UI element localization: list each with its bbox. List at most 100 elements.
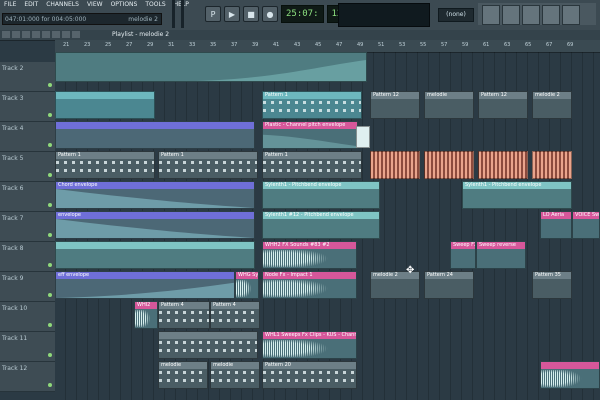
zoom-tool-icon[interactable] [62,31,70,38]
track-mute-led-icon[interactable] [48,263,52,267]
track-mute-led-icon[interactable] [48,203,52,207]
menu-edit[interactable]: EDIT [22,1,40,11]
pattern-clip[interactable]: Pattern 4 [158,301,210,329]
clip-label: melodie [159,362,207,369]
pattern-clip[interactable]: Pattern 4 [210,301,260,329]
pattern-clip[interactable]: Pattern 20 [262,361,357,389]
clip-label: Sweep FX [451,242,476,249]
automation-clip[interactable] [55,52,367,82]
track-mute-led-icon[interactable] [48,143,52,147]
hint-pattern: melodie 2 [128,16,158,23]
record-icon[interactable]: ● [262,6,278,22]
track-mute-led-icon[interactable] [48,293,52,297]
slice-tool-icon[interactable] [42,31,50,38]
pattern-clip[interactable]: melodie [158,361,208,389]
ruler-bar-number: 31 [168,42,175,48]
track-mute-led-icon[interactable] [48,323,52,327]
shortcut-button[interactable] [542,5,560,25]
track-mute-led-icon[interactable] [48,383,52,387]
track-header[interactable]: Track 12 [0,362,55,392]
automation-clip[interactable]: eff envelope [55,271,235,299]
menu-channels[interactable]: CHANNELS [44,1,81,11]
top-selector[interactable]: (none) [438,8,474,22]
audio-clip[interactable] [356,126,370,148]
pattern-clip[interactable]: melodie 2 [532,91,572,119]
track-header[interactable]: Track 10 [0,302,55,332]
track-name: Track 12 [2,365,28,372]
pattern-clip[interactable]: melodie [210,361,260,389]
audio-clip[interactable] [424,151,474,179]
pattern-clip[interactable]: Pattern 1 [262,91,362,119]
automation-clip[interactable]: Sylenth1 #12 - Pitchbend envelope [262,211,380,239]
track-header[interactable]: Track 9 [0,272,55,302]
audio-clip[interactable]: Sweep reverse [476,241,526,269]
automation-clip[interactable]: envelope [55,211,255,239]
pattern-mode-button[interactable]: P [205,6,221,22]
audio-clip[interactable]: LO Aeria [540,211,572,239]
track-header[interactable]: Track 3 [0,92,55,122]
automation-clip[interactable]: Plastic - Channel pitch envelope [262,121,358,149]
track-header[interactable]: Track 8 [0,242,55,272]
shortcut-button[interactable] [562,5,580,25]
automation-clip[interactable]: Sylenth1 - Pitchbend envelope [462,181,572,209]
track-mute-led-icon[interactable] [48,233,52,237]
snap-icon[interactable] [72,31,80,38]
master-sliders[interactable] [172,0,200,28]
pattern-clip[interactable]: Pattern 1 [158,151,258,179]
pattern-clip[interactable]: Pattern 1 [55,151,155,179]
automation-clip[interactable] [55,121,255,149]
automation-clip[interactable] [55,91,155,119]
pattern-clip[interactable]: Pattern 1 [262,151,362,179]
select-tool-icon[interactable] [52,31,60,38]
audio-clip[interactable]: WHG Synth [235,271,259,299]
pattern-clip[interactable]: Pattern 35 [532,271,572,299]
menu-options[interactable]: OPTIONS [109,1,140,11]
audio-clip[interactable]: Sweep FX [450,241,476,269]
automation-clip[interactable]: Chord envelope [55,181,255,209]
paint-tool-icon[interactable] [12,31,20,38]
shortcut-button[interactable] [502,5,520,25]
menu-file[interactable]: FILE [2,1,18,11]
pattern-clip[interactable]: Pattern 24 [424,271,474,299]
track-header[interactable]: Track 2 [0,62,55,92]
ruler-bar-number: 33 [189,42,196,48]
audio-clip[interactable] [532,151,572,179]
pattern-clip[interactable]: Pattern 12 [370,91,420,119]
track-header[interactable]: Track 6 [0,182,55,212]
automation-clip[interactable]: Sylenth1 - Pitchbend envelope [262,181,380,209]
track-name: Track 8 [2,245,24,252]
automation-clip[interactable] [55,241,255,269]
audio-clip[interactable] [370,151,420,179]
delete-tool-icon[interactable] [22,31,30,38]
track-header[interactable]: Track 4 [0,122,55,152]
track-mute-led-icon[interactable] [48,113,52,117]
audio-clip[interactable] [540,361,600,389]
pattern-clip[interactable]: melodie [424,91,474,119]
play-icon[interactable]: ▶ [224,6,240,22]
menu-view[interactable]: VIEW [85,1,105,11]
clip-label: Pattern 12 [479,92,527,99]
menu-tools[interactable]: TOOLS [143,1,167,11]
draw-tool-icon[interactable] [2,31,10,38]
audio-clip[interactable]: WHL1 Sweeps Fx Clips - KUS - Channel pit… [262,331,357,359]
audio-clip[interactable]: VOICE Swe [572,211,600,239]
track-header[interactable]: Track 5 [0,152,55,182]
track-header[interactable]: Track 11 [0,332,55,362]
pattern-clip[interactable]: Pattern 12 [478,91,528,119]
stop-icon[interactable]: ■ [243,6,259,22]
track-mute-led-icon[interactable] [48,353,52,357]
audio-clip[interactable] [478,151,528,179]
track-name: Track 5 [2,155,24,162]
track-header[interactable]: Track 7 [0,212,55,242]
track-mute-led-icon[interactable] [48,173,52,177]
shortcut-button[interactable] [482,5,500,25]
clip-label: Pattern 1 [263,92,361,99]
audio-clip[interactable]: WHH2 FX Sounds #83 #2 [262,241,357,269]
audio-clip[interactable]: Node Fx - Impact 1 [262,271,357,299]
mute-tool-icon[interactable] [32,31,40,38]
track-mute-led-icon[interactable] [48,83,52,87]
shortcut-button[interactable] [522,5,540,25]
clip-label: envelope [56,212,254,219]
pattern-clip[interactable] [158,331,258,359]
audio-clip[interactable]: WHI2 [134,301,158,329]
